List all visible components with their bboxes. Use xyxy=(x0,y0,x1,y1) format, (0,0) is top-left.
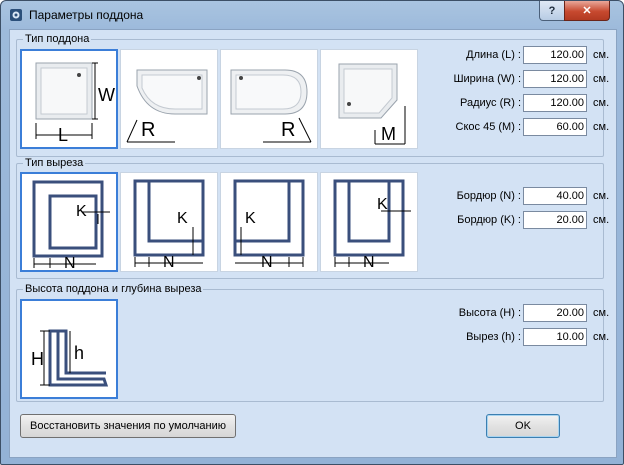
length-label: Длина (L) : xyxy=(466,49,521,61)
tile-label-n: N xyxy=(363,254,375,271)
height-group-label: Высота поддона и глубина выреза xyxy=(23,283,204,295)
width-input[interactable] xyxy=(523,70,587,88)
pentagon-tray-icon: M xyxy=(338,63,406,145)
tray-half-round-tile[interactable]: R xyxy=(220,49,318,149)
app-icon xyxy=(10,9,22,21)
cut-type-4-tile[interactable]: K N xyxy=(320,172,418,272)
length-unit: см. xyxy=(593,49,610,61)
dialog-window: Параметры поддона ? ✕ Тип поддона L W R … xyxy=(0,0,624,465)
close-button[interactable]: ✕ xyxy=(564,1,610,21)
bevel-label: Скос 45 (M) : xyxy=(455,121,521,133)
radius-label: Радиус (R) : xyxy=(460,97,521,109)
radius-field: Радиус (R) : см. xyxy=(441,93,609,113)
height-tile[interactable]: H h xyxy=(20,299,118,399)
tile-label-n: N xyxy=(261,254,273,271)
radius-input[interactable] xyxy=(523,94,587,112)
half-round-tray-icon: R xyxy=(230,69,312,143)
window-title: Параметры поддона xyxy=(29,8,144,22)
border-n-label: Бордюр (N) : xyxy=(456,190,521,202)
square-tray-icon: L W xyxy=(35,62,115,145)
border-k-label: Бордюр (K) : xyxy=(457,214,521,226)
length-input[interactable] xyxy=(523,46,587,64)
width-field: Ширина (W) : см. xyxy=(441,69,609,89)
close-icon: ✕ xyxy=(582,5,592,17)
cut-depth-label: Вырез (h) : xyxy=(466,331,521,343)
tile-label-h-upper: H xyxy=(31,349,44,369)
tile-label-l: L xyxy=(58,125,68,145)
tile-label-h-lower: h xyxy=(74,343,84,363)
border-k-unit: см. xyxy=(593,214,610,226)
tile-label-k: K xyxy=(76,203,87,220)
length-field: Длина (L) : см. xyxy=(441,45,609,65)
cut-type-tiles: K N K N K N K N xyxy=(20,172,420,278)
cut-type-label: Тип выреза xyxy=(23,157,86,169)
cut-type-1-tile[interactable]: K N xyxy=(20,172,118,272)
cut-type-2-tile[interactable]: K N xyxy=(120,172,218,272)
tray-height-label: Высота (H) : xyxy=(458,307,521,319)
tray-pentagon-tile[interactable]: M xyxy=(320,49,418,149)
cut-type-1-icon: K N xyxy=(32,180,110,270)
tray-height-input[interactable] xyxy=(523,304,587,322)
help-icon: ? xyxy=(548,4,556,17)
cut-type-3-icon: K N xyxy=(233,179,305,271)
width-label: Ширина (W) : xyxy=(453,73,521,85)
tile-label-w: W xyxy=(98,85,115,105)
bevel-unit: см. xyxy=(593,121,610,133)
tray-square-tile[interactable]: L W xyxy=(20,49,118,149)
tray-type-tiles: L W R R M xyxy=(20,49,420,155)
cut-type-4-icon: K N xyxy=(333,179,411,271)
cut-type-2-icon: K N xyxy=(133,179,205,271)
tile-label-n: N xyxy=(64,255,76,270)
tray-type-label: Тип поддона xyxy=(23,33,92,45)
border-k-input[interactable] xyxy=(523,211,587,229)
tile-label-m: M xyxy=(381,124,396,144)
ok-button[interactable]: OK xyxy=(486,414,560,438)
cut-type-3-tile[interactable]: K N xyxy=(220,172,318,272)
tile-label-r: R xyxy=(281,119,295,141)
restore-defaults-button[interactable]: Восстановить значения по умолчанию xyxy=(20,414,236,438)
border-n-input[interactable] xyxy=(523,187,587,205)
title-bar[interactable]: Параметры поддона ? ✕ xyxy=(1,1,623,29)
border-k-field: Бордюр (K) : см. xyxy=(441,210,609,230)
tile-label-n: N xyxy=(163,254,175,271)
tile-label-r: R xyxy=(141,119,155,141)
tray-quarter-round-tile[interactable]: R xyxy=(120,49,218,149)
tray-height-field: Высота (H) : см. xyxy=(441,303,609,323)
cut-depth-unit: см. xyxy=(593,331,610,343)
tray-profile-icon: H h xyxy=(31,329,109,387)
bevel-field: Скос 45 (M) : см. xyxy=(441,117,609,137)
border-n-unit: см. xyxy=(593,190,610,202)
tile-label-k: K xyxy=(177,210,188,227)
quarter-round-tray-icon: R xyxy=(126,69,208,143)
height-group: Высота поддона и глубина выреза H h Высо… xyxy=(16,283,609,405)
height-tiles: H h xyxy=(20,299,120,405)
tile-label-k: K xyxy=(377,196,388,213)
bevel-input[interactable] xyxy=(523,118,587,136)
radius-unit: см. xyxy=(593,97,610,109)
dialog-client: Тип поддона L W R R M Длина (L): 120.00… xyxy=(9,29,617,458)
cut-depth-field: Вырез (h) : см. xyxy=(441,327,609,347)
cut-type-group: Тип выреза K N K N K N K N Бордюр (N): … xyxy=(16,157,609,279)
tile-label-k: K xyxy=(245,210,256,227)
tray-type-group: Тип поддона L W R R M Длина (L): 120.00… xyxy=(16,33,609,157)
tray-height-unit: см. xyxy=(593,307,610,319)
border-n-field: Бордюр (N) : см. xyxy=(441,186,609,206)
help-button[interactable]: ? xyxy=(539,1,565,21)
width-unit: см. xyxy=(593,73,610,85)
cut-depth-input[interactable] xyxy=(523,328,587,346)
